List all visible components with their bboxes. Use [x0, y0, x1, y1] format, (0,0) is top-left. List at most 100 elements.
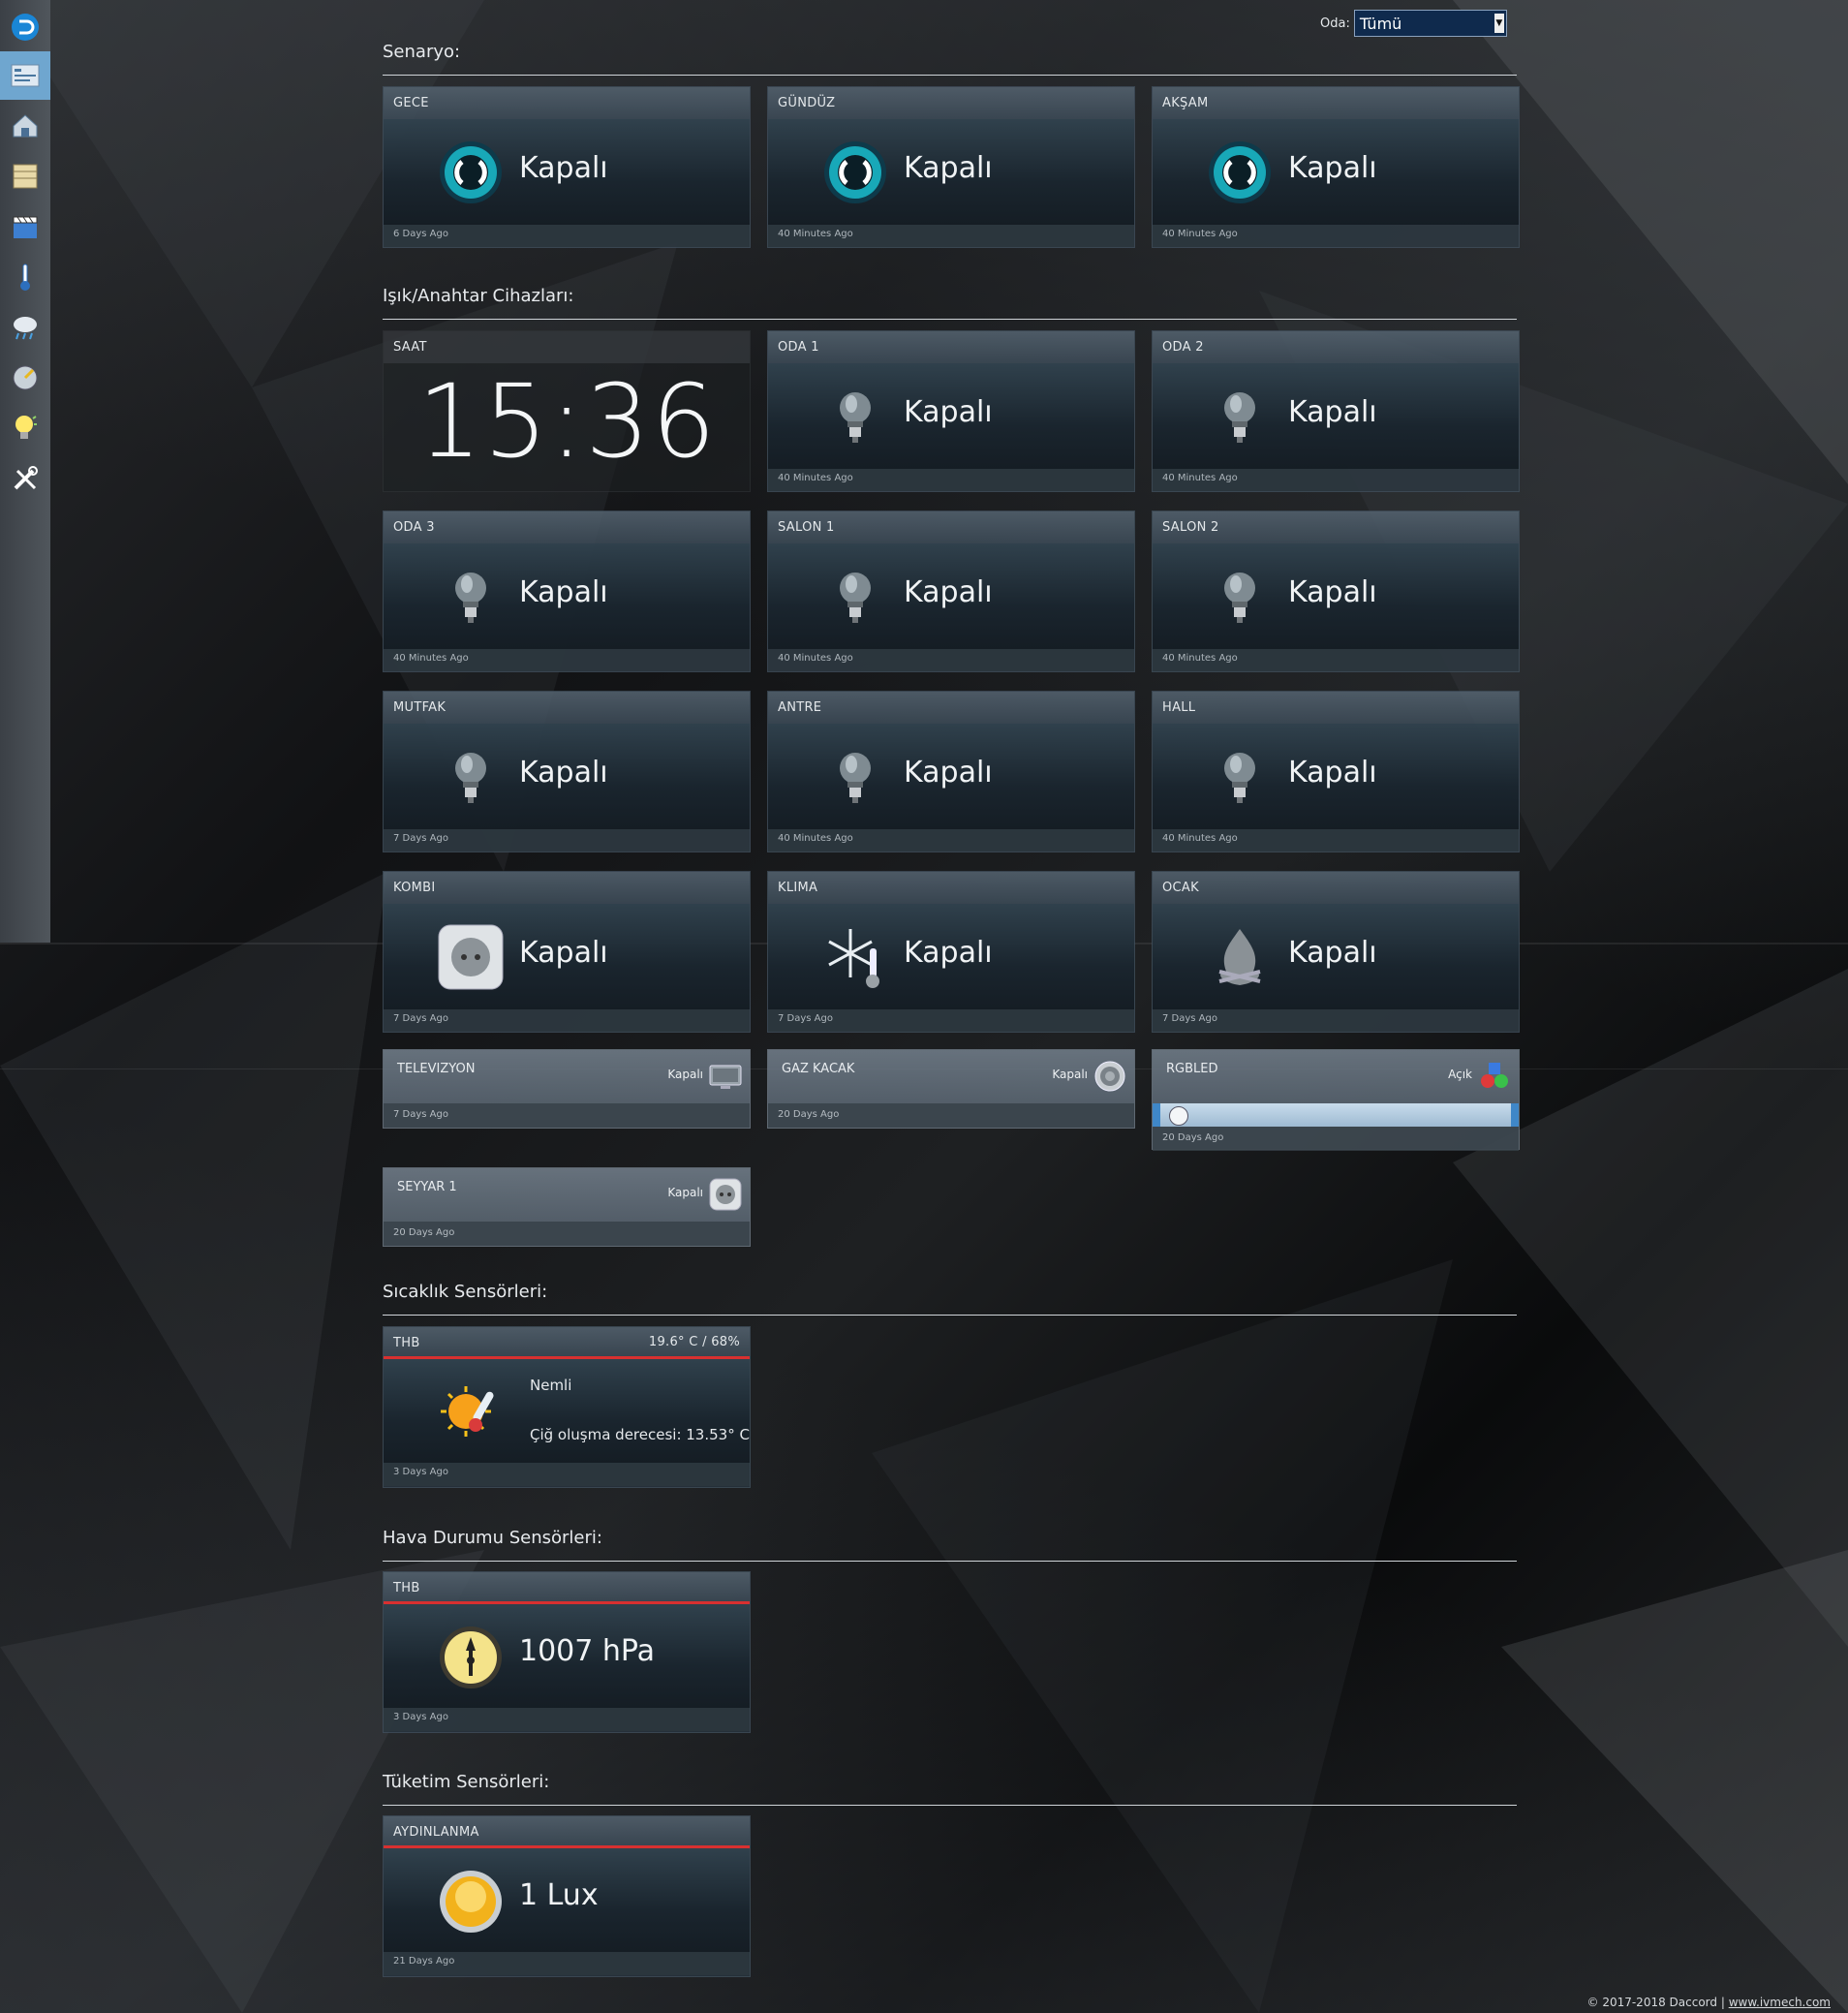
bulb-icon[interactable]	[1206, 383, 1274, 450]
room-select[interactable]: Tümü ▼	[1353, 10, 1507, 37]
tile-name: SAAT	[384, 331, 750, 363]
tile-name: AYDINLANMA	[384, 1816, 750, 1848]
light-tile-kombi[interactable]: KOMBI Kapalı 7 Days Ago	[383, 871, 751, 1033]
tile-state: Kapalı	[1288, 151, 1377, 185]
scene-tile-gunduz[interactable]: GÜNDÜZ Kapalı 40 Minutes Ago	[767, 86, 1135, 248]
divider	[383, 1315, 1517, 1316]
rgb-icon[interactable]	[1478, 1060, 1511, 1093]
tile-updated: 20 Days Ago	[768, 1103, 1134, 1128]
light-tile-oda-1[interactable]: ODA 1 Kapalı 40 Minutes Ago	[767, 330, 1135, 492]
tile-updated: 7 Days Ago	[384, 829, 750, 852]
consumption-sensor-tile[interactable]: AYDINLANMA 1 Lux 21 Days Ago	[383, 1815, 751, 1977]
bulb-icon[interactable]	[821, 383, 889, 450]
logo-icon[interactable]	[0, 3, 50, 51]
sidebar	[0, 0, 50, 943]
tile-name: ODA 2	[1153, 331, 1519, 363]
bulb-icon[interactable]	[437, 743, 505, 811]
bulb-icon[interactable]	[1206, 743, 1274, 811]
tile-name: ANTRE	[768, 692, 1134, 724]
weather-icon[interactable]	[0, 303, 50, 352]
light-tile-salon-2[interactable]: SALON 2 Kapalı 40 Minutes Ago	[1152, 511, 1520, 672]
tile-updated: 7 Days Ago	[384, 1103, 750, 1128]
scene-clapper-icon[interactable]	[0, 202, 50, 251]
scene-tile-gece[interactable]: GECE Kapalı 6 Days Ago	[383, 86, 751, 248]
tile-updated: 40 Minutes Ago	[768, 225, 1134, 247]
section-consumption: Tüketim Sensörleri:	[383, 1772, 1517, 1806]
room-filter-label: Oda:	[1320, 15, 1350, 31]
device-tile-rgbled[interactable]: RGBLED Açık 20 Days Ago	[1152, 1049, 1520, 1151]
scene-toggle-icon[interactable]	[437, 139, 505, 206]
home-icon[interactable]	[0, 102, 50, 150]
device-tile-seyyar-1[interactable]: SEYYAR 1 Kapalı 20 Days Ago	[383, 1167, 751, 1247]
tile-header: THB 19.6° C / 68%	[384, 1327, 750, 1359]
fire-icon[interactable]	[1206, 923, 1274, 991]
tile-name: KLIMA	[768, 872, 1134, 904]
tile-state: Kapalı	[519, 936, 608, 970]
scene-toggle-icon[interactable]	[1206, 139, 1274, 206]
section-title: Işık/Anahtar Cihazları:	[383, 286, 574, 306]
footer-link[interactable]: www.ivmech.com	[1729, 1996, 1831, 2009]
light-tile-oda-2[interactable]: ODA 2 Kapalı 40 Minutes Ago	[1152, 330, 1520, 492]
slider-handle[interactable]	[1168, 1106, 1188, 1126]
light-tile-mutfak[interactable]: MUTFAK Kapalı 7 Days Ago	[383, 691, 751, 852]
tile-updated: 40 Minutes Ago	[768, 649, 1134, 671]
thermometer-icon[interactable]	[0, 253, 50, 301]
bulb-icon[interactable]	[437, 563, 505, 631]
tile-updated: 7 Days Ago	[1153, 1009, 1519, 1032]
snowflake-icon[interactable]	[821, 923, 889, 991]
tile-name: SEYYAR 1	[397, 1180, 457, 1194]
scene-tile-aksam[interactable]: AKŞAM Kapalı 40 Minutes Ago	[1152, 86, 1520, 248]
tile-name: GECE	[384, 87, 750, 119]
lightbulb-icon[interactable]	[0, 404, 50, 452]
tv-icon[interactable]	[709, 1060, 742, 1093]
tile-state: Kapalı	[904, 395, 993, 429]
copyright-text: © 2017-2018 Daccord |	[1586, 1996, 1729, 2009]
tools-icon[interactable]	[0, 454, 50, 503]
dashboard-icon[interactable]	[0, 51, 50, 100]
temp-sensor-tile[interactable]: THB 19.6° C / 68% Nemli Çiğ oluşma derec…	[383, 1326, 751, 1488]
socket-icon[interactable]	[709, 1178, 742, 1211]
tile-state: Kapalı	[1288, 756, 1377, 790]
tile-name: MUTFAK	[384, 692, 750, 724]
light-tile-klima[interactable]: KLIMA Kapalı 7 Days Ago	[767, 871, 1135, 1033]
brightness-slider[interactable]	[1153, 1103, 1519, 1127]
gas-sensor-icon[interactable]	[1093, 1060, 1126, 1093]
gauge-icon[interactable]	[0, 354, 50, 402]
pressure-value: 1007 hPa	[519, 1634, 656, 1668]
tile-updated: 6 Days Ago	[384, 225, 750, 247]
section-weather: Hava Durumu Sensörleri:	[383, 1528, 1517, 1562]
bulb-icon[interactable]	[821, 743, 889, 811]
tile-updated: 40 Minutes Ago	[1153, 829, 1519, 852]
light-tile-hall[interactable]: HALL Kapalı 40 Minutes Ago	[1152, 691, 1520, 852]
light-tile-antre[interactable]: ANTRE Kapalı 40 Minutes Ago	[767, 691, 1135, 852]
light-tile-oda-3[interactable]: ODA 3 Kapalı 40 Minutes Ago	[383, 511, 751, 672]
tile-name: RGBLED	[1166, 1062, 1218, 1076]
light-tile-ocak[interactable]: OCAK Kapalı 7 Days Ago	[1152, 871, 1520, 1033]
weather-sensor-tile[interactable]: THB 1007 hPa 3 Days Ago	[383, 1571, 751, 1733]
blinds-icon[interactable]	[0, 152, 50, 201]
tile-updated: 40 Minutes Ago	[768, 829, 1134, 852]
clock-tile: SAAT 15:36	[383, 330, 751, 492]
divider	[383, 1805, 1517, 1806]
tile-state: Kapalı	[1288, 936, 1377, 970]
tile-state: Açık	[1448, 1068, 1472, 1081]
section-title: Senaryo:	[383, 42, 461, 62]
tile-updated: 3 Days Ago	[384, 1463, 750, 1486]
tile-updated: 40 Minutes Ago	[768, 469, 1134, 491]
device-tile-gaz-kacak[interactable]: GAZ KACAK Kapalı 20 Days Ago	[767, 1049, 1135, 1129]
tile-name: TELEVIZYON	[397, 1062, 476, 1076]
tile-state: Kapalı	[904, 151, 993, 185]
socket-icon[interactable]	[437, 923, 505, 991]
device-tile-televizyon[interactable]: TELEVIZYON Kapalı 7 Days Ago	[383, 1049, 751, 1129]
chevron-down-icon[interactable]: ▼	[1494, 14, 1504, 33]
light-tile-salon-1[interactable]: SALON 1 Kapalı 40 Minutes Ago	[767, 511, 1135, 672]
tile-updated: 20 Days Ago	[1153, 1127, 1519, 1151]
scene-toggle-icon[interactable]	[821, 139, 889, 206]
tile-updated: 20 Days Ago	[384, 1222, 750, 1246]
bulb-icon[interactable]	[821, 563, 889, 631]
lux-meter-icon	[440, 1871, 502, 1933]
divider	[383, 1561, 1517, 1562]
bulb-icon[interactable]	[1206, 563, 1274, 631]
temp-reading: 19.6° C / 68%	[648, 1335, 740, 1349]
section-switches: Işık/Anahtar Cihazları:	[383, 286, 1517, 320]
